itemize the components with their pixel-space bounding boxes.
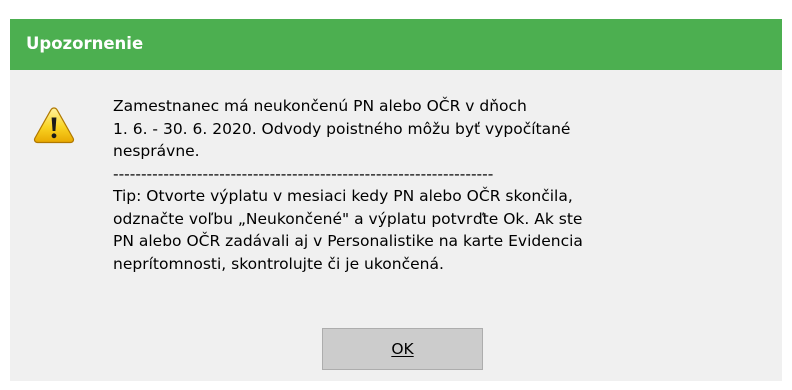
tip-line: Tip: Otvorte výplatu v mesiaci kedy PN a… xyxy=(113,187,573,205)
dialog-message: Zamestnanec má neukončenú PN alebo OČR v… xyxy=(113,95,753,275)
tip-line: PN alebo OČR zadávali aj v Personalistik… xyxy=(113,232,583,250)
tip-line: neprítomnosti, skontrolujte či je ukonče… xyxy=(113,254,444,273)
tip-line: odznačte voľbu „Neukončené" a výplatu po… xyxy=(113,209,583,228)
dialog-body: Zamestnanec má neukončenú PN alebo OČR v… xyxy=(10,70,782,381)
ok-button-label: OK xyxy=(391,340,414,358)
message-line: Zamestnanec má neukončenú PN alebo OČR v… xyxy=(113,97,527,115)
message-separator: ----------------------------------------… xyxy=(113,164,494,183)
ok-button[interactable]: OK xyxy=(322,328,483,370)
warning-dialog: Upozornenie Zamestnanec má neukončenú PN… xyxy=(10,19,782,381)
dialog-title: Upozornenie xyxy=(26,34,144,53)
message-line: nesprávne. xyxy=(113,142,200,160)
dialog-title-bar[interactable]: Upozornenie xyxy=(10,19,782,70)
warning-icon xyxy=(33,107,75,144)
message-line: 1. 6. - 30. 6. 2020. Odvody poistného mô… xyxy=(113,119,571,138)
